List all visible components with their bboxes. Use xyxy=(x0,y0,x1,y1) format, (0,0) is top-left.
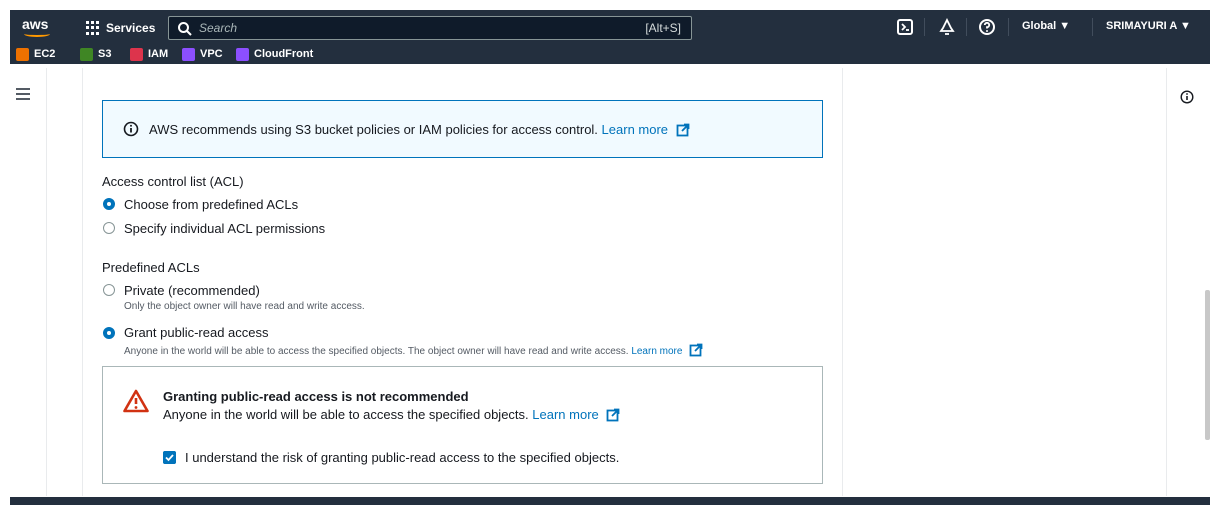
nav-divider xyxy=(1092,18,1093,36)
info-alert: AWS recommends using S3 bucket policies … xyxy=(102,100,823,158)
radio-predefined-acls[interactable] xyxy=(103,198,115,210)
favorite-ec2[interactable]: EC2 xyxy=(16,46,55,62)
aws-smile-icon xyxy=(24,31,50,37)
favorite-label: S3 xyxy=(98,48,112,60)
favorite-iam[interactable]: IAM xyxy=(130,46,168,62)
favorite-label: EC2 xyxy=(34,48,56,60)
s3-icon xyxy=(80,47,93,61)
radio-private-description: Only the object owner will have read and… xyxy=(124,301,365,312)
radio-private-label[interactable]: Private (recommended) xyxy=(124,283,260,298)
ec2-icon xyxy=(16,47,29,61)
public-read-warning: Granting public-read access is not recom… xyxy=(102,366,823,484)
nav-divider xyxy=(966,18,967,36)
grid-icon xyxy=(86,21,100,35)
services-label: Services xyxy=(106,21,156,35)
vpc-icon xyxy=(182,47,195,61)
favorite-label: IAM xyxy=(148,48,169,60)
iam-icon xyxy=(130,47,143,61)
menu-icon[interactable] xyxy=(16,88,32,102)
info-icon[interactable] xyxy=(1180,90,1194,104)
help-panel-divider xyxy=(1166,68,1167,496)
services-menu-button[interactable]: Services xyxy=(86,19,155,37)
info-alert-text-row: AWS recommends using S3 bucket policies … xyxy=(149,122,690,137)
help-icon[interactable] xyxy=(978,18,996,36)
cloudfront-icon xyxy=(236,47,249,61)
footer-bar xyxy=(10,497,1210,505)
radio-public-read[interactable] xyxy=(103,327,115,339)
aws-logo[interactable]: aws xyxy=(22,16,54,40)
acknowledge-risk-label[interactable]: I understand the risk of granting public… xyxy=(185,450,619,465)
search-icon xyxy=(178,22,192,36)
search-shortcut-hint: [Alt+S] xyxy=(645,21,681,35)
account-menu[interactable]: SRIMAYURI A ▼ xyxy=(1106,20,1191,32)
favorite-cloudfront[interactable]: CloudFront xyxy=(236,46,313,62)
bell-icon[interactable] xyxy=(938,18,956,36)
favorite-label: CloudFront xyxy=(254,48,314,60)
info-alert-text: AWS recommends using S3 bucket policies … xyxy=(149,122,598,137)
sidebar-divider xyxy=(46,68,47,496)
warning-icon xyxy=(123,389,149,413)
aws-logo-text: aws xyxy=(22,16,49,32)
radio-public-read-description: Anyone in the world will be able to acce… xyxy=(124,346,629,357)
page-scrollbar[interactable] xyxy=(1205,290,1210,440)
predefined-acls-heading: Predefined ACLs xyxy=(102,260,200,275)
external-link-icon xyxy=(676,123,690,137)
warning-title: Granting public-read access is not recom… xyxy=(163,389,469,404)
search-bar[interactable]: [Alt+S] xyxy=(168,16,692,40)
nav-primary-row: aws Services [Alt+S] xyxy=(10,10,1210,44)
external-link-icon xyxy=(689,343,703,357)
external-link-icon xyxy=(606,408,620,422)
nav-divider xyxy=(924,18,925,36)
favorite-vpc[interactable]: VPC xyxy=(182,46,223,62)
radio-individual-acl-label[interactable]: Specify individual ACL permissions xyxy=(124,221,325,236)
nav-divider xyxy=(1008,18,1009,36)
info-icon xyxy=(123,121,139,137)
favorite-s3[interactable]: S3 xyxy=(80,46,111,62)
learn-more-link[interactable]: Learn more xyxy=(532,407,598,422)
radio-public-read-description-row: Anyone in the world will be able to acce… xyxy=(124,343,703,357)
favorites-bar: EC2 S3 IAM VPC CloudFront xyxy=(10,44,1210,64)
radio-public-read-label[interactable]: Grant public-read access xyxy=(124,325,269,340)
acl-heading: Access control list (ACL) xyxy=(102,174,244,189)
top-nav: aws Services [Alt+S] xyxy=(10,10,1210,64)
region-selector[interactable]: Global ▼ xyxy=(1022,20,1070,32)
page: aws Services [Alt+S] xyxy=(0,0,1210,505)
cloudshell-icon[interactable] xyxy=(896,18,914,36)
warning-text: Anyone in the world will be able to acce… xyxy=(163,407,529,422)
radio-individual-acl[interactable] xyxy=(103,222,115,234)
learn-more-link[interactable]: Learn more xyxy=(631,346,682,357)
radio-private[interactable] xyxy=(103,284,115,296)
warning-text-row: Anyone in the world will be able to acce… xyxy=(163,407,620,422)
acknowledge-risk-checkbox[interactable] xyxy=(163,451,176,464)
search-input[interactable] xyxy=(199,19,599,37)
learn-more-link[interactable]: Learn more xyxy=(602,122,668,137)
radio-predefined-acls-label[interactable]: Choose from predefined ACLs xyxy=(124,197,298,212)
favorite-label: VPC xyxy=(200,48,223,60)
